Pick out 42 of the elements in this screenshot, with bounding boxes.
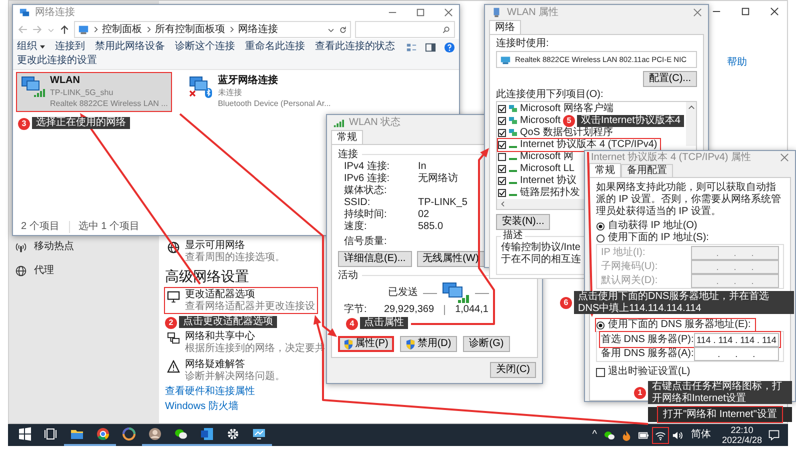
callout: 右键点击任务栏网络图标，打开网络和Internet设置 — [648, 381, 792, 404]
field-value: 02 — [418, 209, 430, 221]
description-text: 传输控制协议/Inte — [501, 242, 580, 254]
field-label: 子网掩码(U): — [601, 260, 658, 272]
callout: 双击Internet协议版本4 — [577, 115, 684, 126]
bytes-received: 1,044,1 — [455, 304, 488, 316]
step-badge: 1 — [634, 387, 646, 399]
field-label: 信号质量: — [344, 236, 388, 248]
field-label: SSID: — [344, 197, 372, 208]
callout: 点击使用下面的DNS服务器地址，并在首选DNS中填上114.114.114.114 — [574, 291, 794, 314]
description-text: 如果网络支持此功能，则可以获取自动指派的 IP 设置。否则，你需要从网络系统管理员处获得适当的 IP 设置。 — [596, 182, 782, 218]
callout: 点击属性 — [360, 317, 408, 328]
window-title: WLAN 状态 — [349, 116, 401, 128]
field-label: 备用 DNS 服务器(A): — [601, 348, 694, 360]
field-label: 首选 DNS 服务器(P): — [601, 334, 694, 346]
status-text: 2 个项目 — [21, 221, 60, 233]
window-title: Internet 协议版本 4 (TCP/IPv4) 属性 — [591, 152, 752, 164]
callout: 选择正在使用的网络 — [32, 117, 130, 128]
field-value: 无网络访 — [418, 173, 458, 185]
field-label: IP 地址(I): — [601, 246, 646, 258]
field-label: IPv4 连接: — [344, 161, 391, 172]
sent-label: 已发送 — [388, 287, 418, 299]
window-title: 网络连接 — [35, 6, 75, 18]
window-title: WLAN 属性 — [507, 6, 559, 18]
field-label: 速度: — [344, 221, 368, 233]
group-label: 描述 — [501, 230, 525, 242]
callout: 点击更改适配器选项 — [179, 316, 277, 328]
field-label: 持续时间: — [344, 209, 388, 220]
bytes-sent: 29,929,369 — [384, 304, 434, 316]
field-value: 585.0 — [418, 221, 444, 233]
description-text: 于在不同的相互连 — [501, 254, 581, 266]
field-label: 默认网关(D): — [601, 274, 658, 286]
group-label: 活动 — [338, 270, 358, 282]
group-label: 连接 — [338, 148, 358, 160]
field-label: 此连接使用下列项目(O): — [496, 89, 604, 101]
field-label: 字节: — [344, 304, 368, 316]
field-label: 连接时使用: — [496, 38, 550, 50]
field-label: IPv6 连接: — [344, 173, 391, 184]
field-value: In — [418, 161, 426, 173]
field-label: 媒体状态: — [344, 185, 388, 197]
field-value: TP-LINK_5 — [418, 197, 468, 209]
status-text: 选中 1 个项目 — [69, 221, 140, 233]
